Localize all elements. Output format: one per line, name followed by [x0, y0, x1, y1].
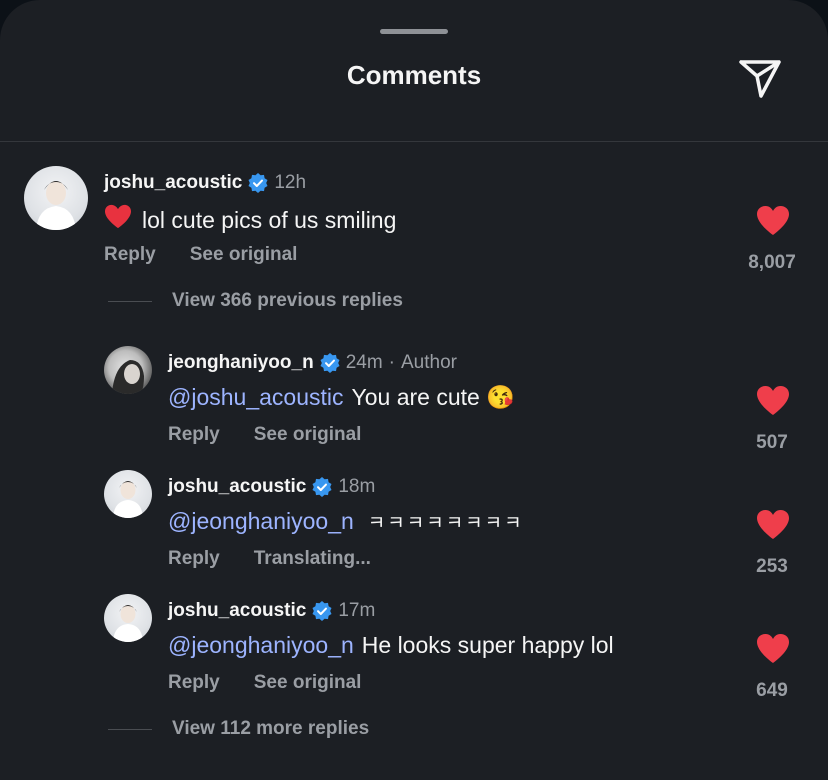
divider-line [108, 300, 152, 302]
comments-sheet: Comments joshu_acoustic 12h lol cute pic… [0, 0, 828, 780]
see-original-button[interactable]: See original [254, 672, 362, 694]
like-heart-icon[interactable] [756, 385, 790, 417]
like-heart-icon[interactable] [756, 633, 790, 665]
mention-link[interactable]: @jeonghaniyoo_n [168, 632, 354, 659]
reply-button[interactable]: Reply [168, 424, 220, 446]
view-more-replies[interactable]: View 112 more replies [108, 718, 369, 740]
translating-status: Translating... [253, 548, 371, 569]
reply-text-row: @joshu_acoustic You are cute 😘 [168, 384, 515, 411]
like-count: 253 [756, 556, 788, 577]
verified-badge-icon [312, 601, 332, 621]
header-divider [0, 141, 828, 142]
view-more-label: View 112 more replies [172, 718, 370, 739]
comment-username[interactable]: joshu_acoustic [104, 172, 242, 194]
reply-username[interactable]: jeonghaniyoo_n [168, 352, 314, 374]
avatar[interactable] [24, 166, 88, 230]
view-previous-label: View 366 previous replies [172, 290, 403, 311]
reply-button[interactable]: Reply [168, 672, 220, 694]
mention-link[interactable]: @jeonghaniyoo_n [168, 508, 354, 535]
reply-button[interactable]: Reply [168, 548, 220, 570]
divider-line [108, 728, 152, 730]
mention-link[interactable]: @joshu_acoustic [168, 384, 344, 411]
verified-badge-icon [320, 353, 340, 373]
reply-username[interactable]: joshu_acoustic [168, 600, 306, 622]
like-heart-icon[interactable] [756, 509, 790, 541]
see-original-button[interactable]: See original [254, 424, 362, 446]
avatar[interactable] [104, 346, 152, 394]
comment-time: 12h [274, 172, 307, 193]
author-label: Author [400, 352, 457, 373]
reply-text: He looks super happy lol [361, 632, 614, 658]
verified-badge-icon [312, 477, 332, 497]
like-heart-icon[interactable] [756, 205, 790, 237]
verified-badge-icon [248, 173, 268, 193]
see-original-button[interactable]: See original [190, 244, 298, 266]
reply-text: ㅋㅋㅋㅋㅋㅋㅋㅋ [367, 513, 524, 534]
reply-time: 24m [345, 352, 383, 373]
reply-time: 17m [338, 600, 376, 621]
comment-text-row: lol cute pics of us smiling [104, 204, 396, 236]
reply-text-row: @jeonghaniyoo_n He looks super happy lol [168, 632, 614, 659]
avatar[interactable] [104, 470, 152, 518]
like-count: 649 [756, 680, 788, 701]
reply-button[interactable]: Reply [104, 244, 156, 266]
avatar[interactable] [104, 594, 152, 642]
reply-time: 18m [338, 476, 376, 497]
reply-text-row: @jeonghaniyoo_n ㅋㅋㅋㅋㅋㅋㅋㅋ [168, 508, 524, 535]
page-title: Comments [346, 60, 482, 90]
send-icon[interactable] [735, 52, 785, 102]
like-count: 8,007 [748, 252, 796, 273]
reply-text: You are cute 😘 [351, 384, 515, 410]
meta-separator: · [388, 352, 395, 373]
like-count: 507 [756, 432, 788, 453]
view-previous-replies[interactable]: View 366 previous replies [108, 290, 403, 312]
reply-username[interactable]: joshu_acoustic [168, 476, 306, 498]
comment-text: lol cute pics of us smiling [142, 206, 397, 233]
heart-emoji [104, 204, 132, 236]
sheet-grabber[interactable] [380, 29, 448, 34]
